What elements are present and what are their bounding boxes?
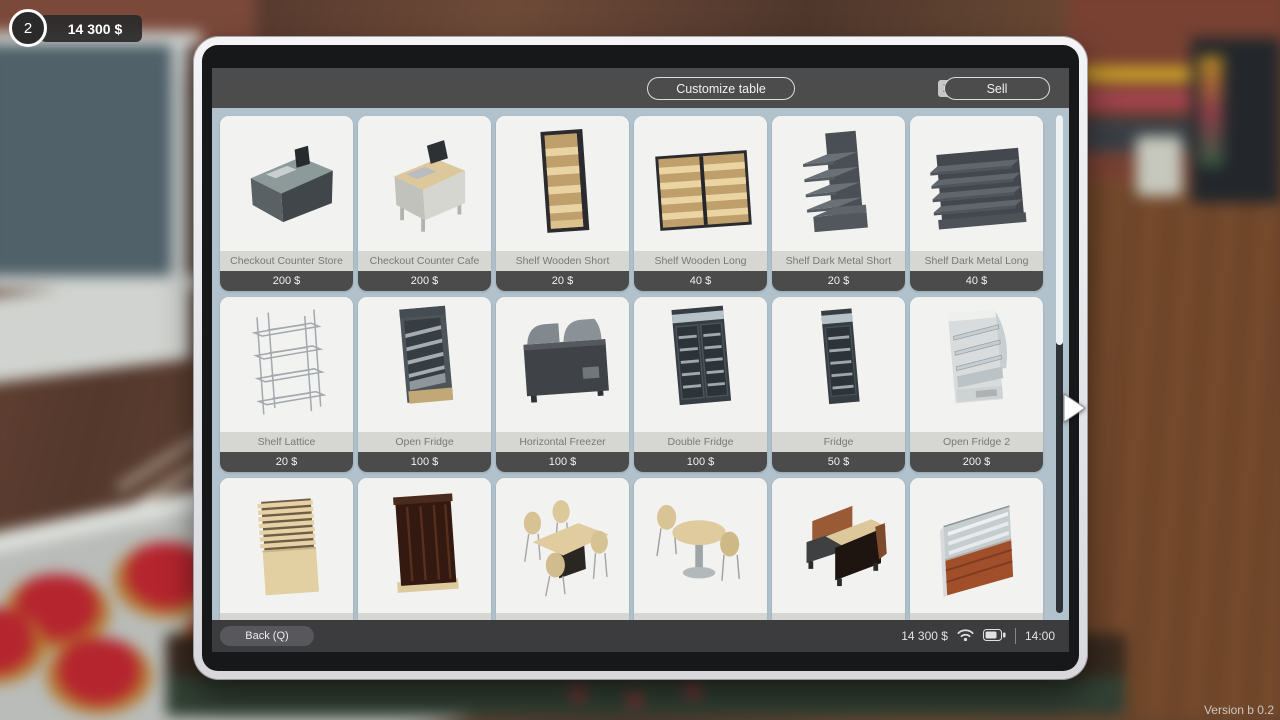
item-name: Open Fridge 2	[910, 432, 1043, 452]
item-price: 40 $	[634, 271, 767, 291]
item-name: Checkout Counter Cafe	[358, 251, 491, 271]
bg-shape	[166, 676, 1126, 716]
item-name	[358, 613, 491, 620]
sell-button[interactable]: Sell	[944, 77, 1050, 100]
dining-table-set-icon	[496, 478, 629, 613]
shop-item-card[interactable]: Double Fridge100 $	[634, 297, 767, 472]
shop-item-card[interactable]	[910, 478, 1043, 620]
shelf-wooden-long-icon	[634, 116, 767, 251]
shop-item-card[interactable]: Fridge50 $	[772, 297, 905, 472]
item-price: 20 $	[220, 452, 353, 472]
open-fridge-2-icon	[910, 297, 1043, 432]
item-name: Open Fridge	[358, 432, 491, 452]
bg-shape	[628, 692, 642, 706]
shelf-wooden-short-icon	[496, 116, 629, 251]
shop-item-card[interactable]	[496, 478, 629, 620]
shop-item-card[interactable]	[358, 478, 491, 620]
item-price: 100 $	[496, 452, 629, 472]
item-name: Checkout Counter Store	[220, 251, 353, 271]
item-name	[910, 613, 1043, 620]
bg-shape	[172, 32, 186, 288]
scrollbar-thumb[interactable]	[1056, 115, 1063, 345]
item-name: Fridge	[772, 432, 905, 452]
fridge-icon	[772, 297, 905, 432]
wifi-icon	[957, 628, 974, 645]
item-name: Shelf Lattice	[220, 432, 353, 452]
bg-shape	[1081, 92, 1206, 108]
checkout-counter-store-icon	[220, 116, 353, 251]
status-bar: Back (Q) 14 300 $	[212, 620, 1069, 652]
money-counter: 14 300 $	[40, 15, 142, 42]
item-name	[772, 613, 905, 620]
bg-shape	[1081, 66, 1206, 82]
shop-item-card[interactable]	[772, 478, 905, 620]
tablet-device: Customize table X Sell Checkout Counter …	[193, 36, 1088, 680]
double-fridge-icon	[634, 297, 767, 432]
status-money: 14 300 $	[901, 629, 948, 643]
item-name: Double Fridge	[634, 432, 767, 452]
status-right-group: 14 300 $	[901, 620, 1055, 652]
bg-shape	[1136, 136, 1182, 196]
item-name	[634, 613, 767, 620]
bg-shape	[1199, 56, 1223, 166]
shelf-dark-metal-short-icon	[772, 116, 905, 251]
shop-item-card[interactable]: Shelf Wooden Long40 $	[634, 116, 767, 291]
version-label: Version b 0.2	[1204, 703, 1274, 717]
shop-item-card[interactable]: Shelf Wooden Short20 $	[496, 116, 629, 291]
shop-top-bar: Customize table X Sell	[212, 68, 1069, 108]
bg-tart	[46, 638, 152, 714]
shop-item-card[interactable]: Shelf Lattice20 $	[220, 297, 353, 472]
shop-item-card[interactable]: Horizontal Freezer100 $	[496, 297, 629, 472]
customize-table-button[interactable]: Customize table	[647, 77, 795, 100]
game-screen: 14 300 $ 2 Version b 0.2 Customize table…	[0, 0, 1280, 720]
checkout-counter-cafe-icon	[358, 116, 491, 251]
cafe-table-set-icon	[634, 478, 767, 613]
level-badge: 2	[9, 9, 47, 47]
dark-wood-divider-icon	[358, 478, 491, 613]
shop-grid-area: Checkout Counter Store200 $Checkout Coun…	[212, 108, 1069, 620]
item-name	[496, 613, 629, 620]
item-name: Horizontal Freezer	[496, 432, 629, 452]
pastry-display-counter-icon	[910, 478, 1043, 613]
bg-shape	[571, 686, 585, 700]
item-name: Shelf Wooden Short	[496, 251, 629, 271]
battery-icon	[983, 629, 1006, 644]
item-price: 200 $	[910, 452, 1043, 472]
item-name	[220, 613, 353, 620]
item-grid: Checkout Counter Store200 $Checkout Coun…	[220, 116, 1053, 620]
shelf-dark-metal-long-icon	[910, 116, 1043, 251]
back-button[interactable]: Back (Q)	[220, 626, 314, 646]
booth-seating-set-icon	[772, 478, 905, 613]
shop-item-card[interactable]: Checkout Counter Store200 $	[220, 116, 353, 291]
status-time: 14:00	[1025, 629, 1055, 643]
shop-item-card[interactable]	[634, 478, 767, 620]
bg-shape	[0, 42, 191, 282]
horizontal-freezer-icon	[496, 297, 629, 432]
shop-item-card[interactable]: Open Fridge100 $	[358, 297, 491, 472]
tablet-screen: Customize table X Sell Checkout Counter …	[212, 68, 1069, 652]
shop-item-card[interactable]: Checkout Counter Cafe200 $	[358, 116, 491, 291]
shop-item-card[interactable]: Shelf Dark Metal Long40 $	[910, 116, 1043, 291]
scrollbar[interactable]	[1056, 115, 1063, 613]
item-price: 100 $	[358, 452, 491, 472]
item-price: 100 $	[634, 452, 767, 472]
wooden-slat-panel-icon	[220, 478, 353, 613]
item-price: 40 $	[910, 271, 1043, 291]
shop-item-card[interactable]: Open Fridge 2200 $	[910, 297, 1043, 472]
item-name: Shelf Wooden Long	[634, 251, 767, 271]
item-name: Shelf Dark Metal Short	[772, 251, 905, 271]
shop-item-card[interactable]	[220, 478, 353, 620]
shelf-lattice-icon	[220, 297, 353, 432]
divider	[1015, 628, 1016, 644]
item-price: 20 $	[772, 271, 905, 291]
item-price: 20 $	[496, 271, 629, 291]
item-name: Shelf Dark Metal Long	[910, 251, 1043, 271]
item-price: 200 $	[220, 271, 353, 291]
item-price: 50 $	[772, 452, 905, 472]
shop-item-card[interactable]: Shelf Dark Metal Short20 $	[772, 116, 905, 291]
item-price: 200 $	[358, 271, 491, 291]
open-fridge-icon	[358, 297, 491, 432]
bg-shape	[686, 684, 700, 698]
